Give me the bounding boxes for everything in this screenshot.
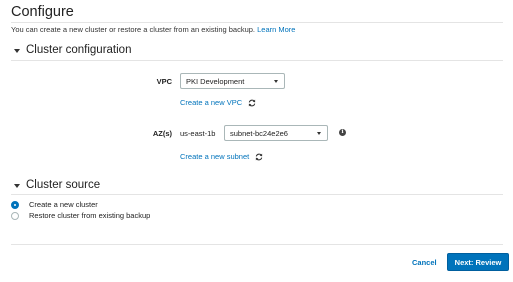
radio-button-selected[interactable] (11, 200, 19, 209)
refresh-icon[interactable] (255, 153, 263, 161)
radio-label: Restore cluster from existing backup (29, 211, 151, 220)
create-subnet-link[interactable]: Create a new subnet (180, 152, 249, 161)
create-vpc-row: Create a new VPC (180, 98, 256, 107)
create-subnet-row: Create a new subnet (180, 152, 263, 161)
learn-more-link[interactable]: Learn More (257, 25, 295, 34)
section-divider (11, 194, 503, 195)
radio-restore-cluster[interactable]: Restore cluster from existing backup (11, 211, 150, 220)
intro-text: You can create a new cluster or restore … (11, 25, 256, 34)
radio-create-new-cluster[interactable]: Create a new cluster (11, 200, 98, 209)
footer-divider (11, 244, 503, 245)
info-icon[interactable]: i (339, 129, 346, 136)
subnet-select-value: subnet-bc24e2e6 (230, 128, 288, 138)
radio-button[interactable] (11, 211, 19, 220)
create-vpc-link[interactable]: Create a new VPC (180, 98, 242, 107)
cluster-configuration-title: Cluster configuration (26, 44, 132, 56)
radio-label: Create a new cluster (29, 200, 98, 209)
az-label: AZ(s) (152, 129, 172, 138)
subnet-select[interactable]: subnet-bc24e2e6 (224, 125, 328, 141)
next-review-button[interactable]: Next: Review (447, 253, 509, 271)
vpc-label: VPC (156, 77, 172, 86)
refresh-icon[interactable] (248, 99, 256, 107)
intro-text-row: You can create a new cluster or restore … (11, 25, 295, 34)
cancel-button[interactable]: Cancel (412, 258, 437, 267)
caret-down-icon (14, 48, 20, 53)
cluster-source-title: Cluster source (26, 179, 101, 191)
vpc-select-value: PKI Development (186, 76, 245, 86)
cluster-source-header[interactable]: Cluster source (14, 179, 100, 191)
caret-down-icon (14, 183, 20, 188)
chevron-down-icon (317, 132, 321, 135)
cluster-configuration-header[interactable]: Cluster configuration (14, 44, 131, 56)
page-title: Configure (11, 4, 74, 20)
chevron-down-icon (274, 80, 278, 83)
section-divider (11, 60, 503, 61)
title-divider (11, 22, 503, 23)
az-value: us-east-1b (180, 129, 216, 138)
vpc-select[interactable]: PKI Development (180, 73, 285, 89)
